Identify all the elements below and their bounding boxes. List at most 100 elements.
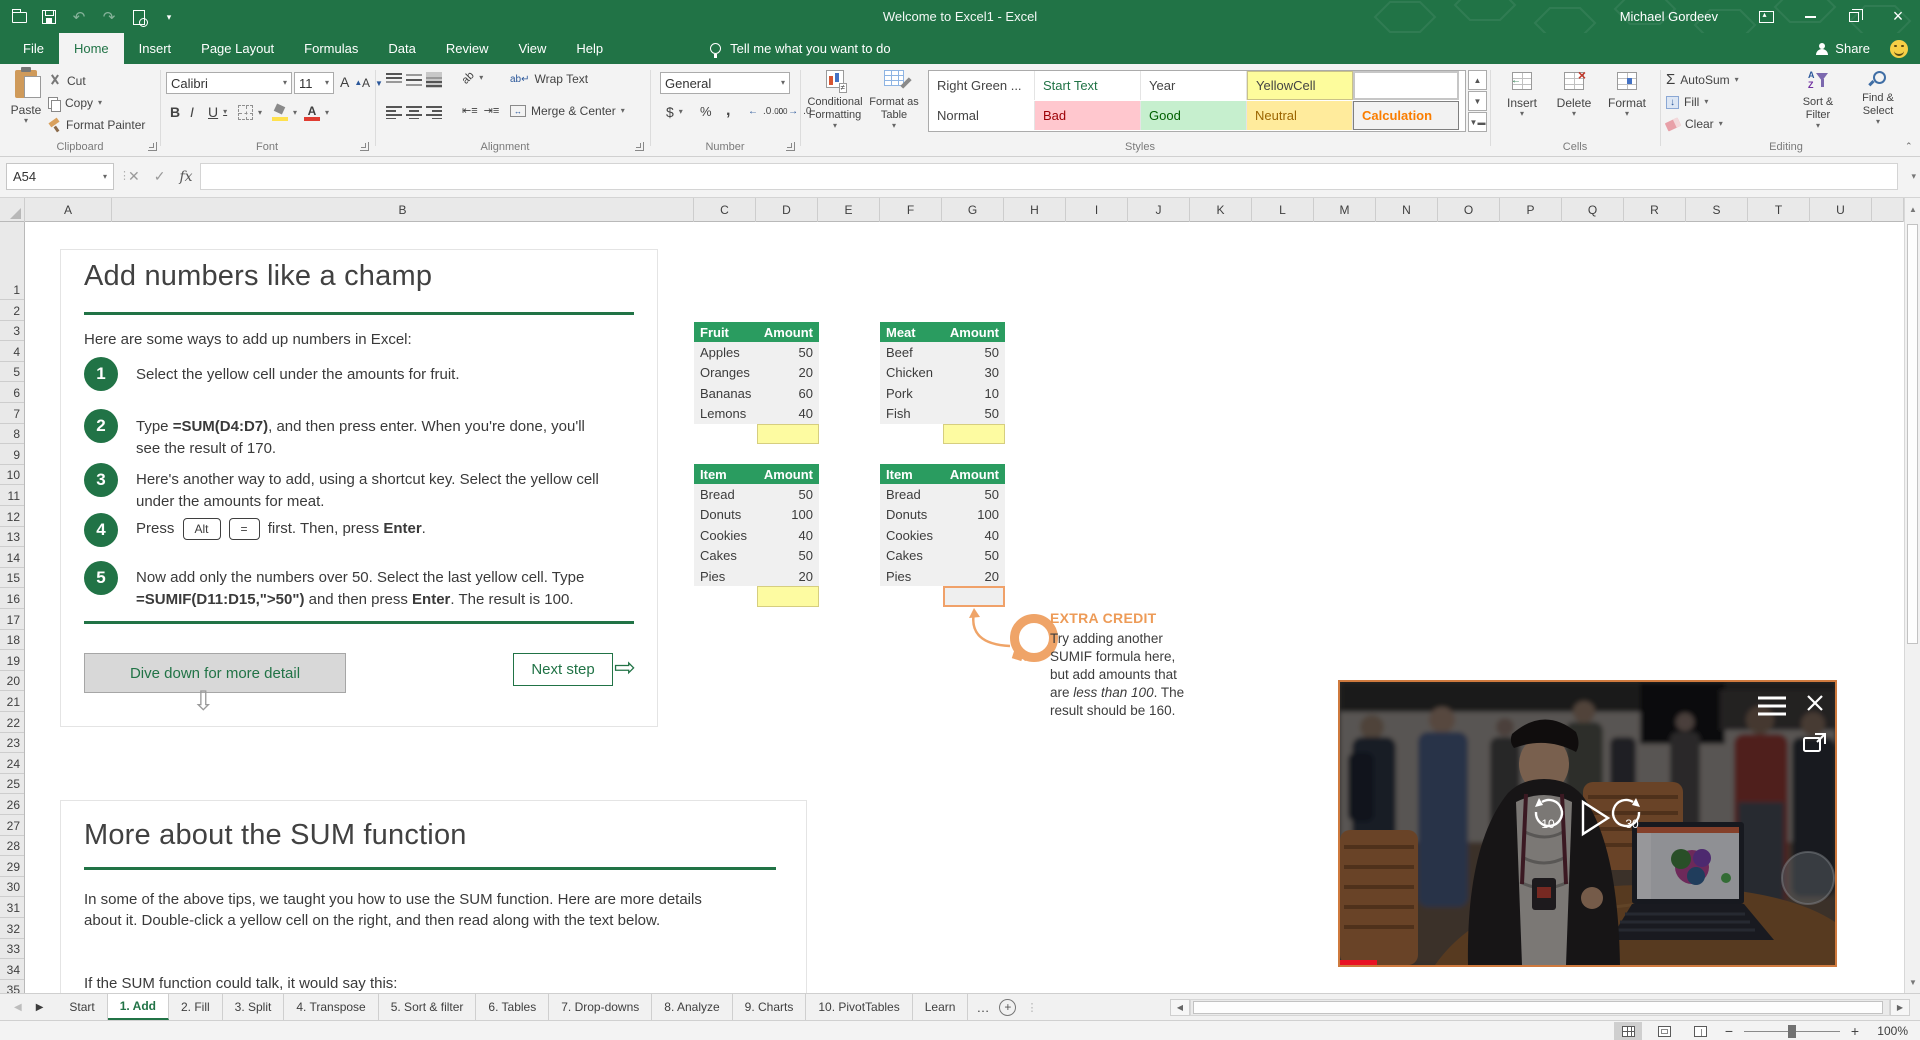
styles-scroll-down-icon[interactable]: ▼ [1468, 91, 1487, 111]
table-row[interactable]: Oranges 20 [694, 362, 819, 384]
column-header-t[interactable]: T [1748, 198, 1810, 222]
scroll-down-icon[interactable]: ▼ [1905, 973, 1920, 991]
table-row[interactable]: Bananas 60 [694, 383, 819, 404]
row-header-17[interactable]: 17 [0, 609, 24, 630]
column-header-b[interactable]: B [112, 198, 694, 222]
fill-button[interactable]: ↓ Fill ▾ [1666, 95, 1708, 109]
row-header-9[interactable]: 9 [0, 444, 24, 465]
cancel-icon[interactable]: ✕ [128, 168, 140, 185]
row-header-20[interactable]: 20 [0, 671, 24, 692]
column-header-f[interactable]: F [880, 198, 942, 222]
borders-button[interactable]: ▾ [238, 105, 262, 120]
row-header-24[interactable]: 24 [0, 753, 24, 774]
table-row[interactable]: Chicken 30 [880, 362, 1005, 384]
expand-formula-bar-icon[interactable]: ▾ [1911, 171, 1916, 182]
ribbon-tab-home[interactable]: Home [58, 33, 124, 64]
row-header-21[interactable]: 21 [0, 691, 24, 712]
row-header-12[interactable]: 12 [0, 506, 24, 527]
style-year[interactable]: Year [1141, 71, 1247, 100]
clipboard-dialog-launcher-icon[interactable] [148, 142, 157, 151]
sheet-prev-icon[interactable]: ◀ [14, 1002, 22, 1013]
font-family-select[interactable]: Calibri ▾ [166, 72, 292, 94]
align-top-icon[interactable] [386, 72, 402, 88]
format-as-table-button[interactable]: Format as Table ▾ [866, 70, 922, 130]
column-header-u[interactable]: U [1810, 198, 1872, 222]
decrease-font-size-button[interactable]: A ▼ [362, 76, 383, 90]
align-right-icon[interactable] [426, 104, 442, 120]
table-row[interactable]: Lemons 40 [694, 403, 819, 424]
close-icon[interactable]: × [1876, 0, 1920, 33]
table-row[interactable]: Pies 20 [694, 566, 819, 587]
enter-icon[interactable]: ✓ [154, 168, 166, 185]
row-header-31[interactable]: 31 [0, 897, 24, 918]
ribbon-tab-view[interactable]: View [503, 33, 561, 64]
name-box[interactable]: A54 ▾ [6, 163, 114, 190]
column-header-q[interactable]: Q [1562, 198, 1624, 222]
italic-button[interactable]: I [190, 104, 194, 120]
row-header-34[interactable]: 34 [0, 959, 24, 980]
find-select-button[interactable]: Find & Select ▾ [1850, 70, 1906, 126]
tell-me-box[interactable]: Tell me what you want to do [710, 33, 891, 64]
sheet-tab-7-drop-downs[interactable]: 7. Drop-downs [549, 994, 653, 1020]
autosum-button[interactable]: Σ AutoSum ▾ [1666, 71, 1739, 88]
row-header-28[interactable]: 28 [0, 836, 24, 857]
sheet-tab-5-sort-filter[interactable]: 5. Sort & filter [378, 994, 477, 1020]
ribbon-tab-help[interactable]: Help [561, 33, 618, 64]
orientation-button[interactable]: ab ▾ [460, 69, 484, 86]
column-header-i[interactable]: I [1066, 198, 1128, 222]
orange-formula-cell[interactable] [943, 586, 1005, 608]
clear-button[interactable]: Clear ▾ [1664, 116, 1723, 132]
column-header-n[interactable]: N [1376, 198, 1438, 222]
row-header-10[interactable]: 10 [0, 465, 24, 486]
sheet-tab-1-add[interactable]: 1. Add [107, 994, 169, 1020]
zoom-slider-thumb[interactable] [1788, 1024, 1796, 1038]
table-row[interactable]: Cookies 40 [694, 525, 819, 546]
table-row[interactable]: Bread 50 [880, 484, 1005, 505]
horizontal-scrollbar[interactable]: ◀ ▶ [1170, 994, 1910, 1021]
style-neutral[interactable]: Neutral [1247, 101, 1353, 130]
style-calculation[interactable]: Calculation [1353, 101, 1459, 130]
page-layout-view-button[interactable] [1650, 1022, 1678, 1040]
row-header-30[interactable]: 30 [0, 877, 24, 898]
number-format-select[interactable]: General ▾ [660, 72, 790, 94]
sheet-tab-start[interactable]: Start [57, 994, 108, 1020]
decrease-indent-icon[interactable]: ⇤≡ [462, 104, 478, 117]
cut-button[interactable]: Cut [48, 74, 86, 88]
table-row[interactable]: Cakes 50 [880, 545, 1005, 566]
paste-button[interactable]: Paste ▾ [8, 67, 44, 125]
ribbon-tab-review[interactable]: Review [431, 33, 504, 64]
video-player[interactable]: 10 30 [1338, 680, 1837, 967]
row-header-5[interactable]: 5 [0, 362, 24, 383]
style-normal[interactable]: Normal [929, 101, 1035, 130]
alignment-dialog-launcher-icon[interactable] [635, 142, 644, 151]
styles-more-icon[interactable]: ▼▬ [1468, 112, 1487, 132]
column-header-s[interactable]: S [1686, 198, 1748, 222]
next-step-button[interactable]: Next step [513, 653, 613, 686]
row-header-16[interactable]: 16 [0, 588, 24, 609]
collapse-ribbon-icon[interactable]: ⌃ [1905, 141, 1913, 152]
conditional-formatting-button[interactable]: Conditional Formatting ▾ [806, 70, 864, 130]
video-progress-bar[interactable] [1340, 960, 1377, 965]
style-right-green[interactable]: Right Green ... [929, 71, 1035, 100]
sheet-tab-10-pivottables[interactable]: 10. PivotTables [806, 994, 913, 1020]
insert-cells-button[interactable]: Insert▾ [1498, 72, 1546, 118]
sheet-tab-9-charts[interactable]: 9. Charts [732, 994, 807, 1020]
share-button[interactable]: Share [1816, 41, 1870, 56]
row-header-11[interactable]: 11 [0, 485, 24, 506]
increase-indent-icon[interactable]: ⇥≡ [484, 104, 500, 117]
row-header-18[interactable]: 18 [0, 630, 24, 651]
insert-function-icon[interactable]: fx [179, 169, 192, 185]
align-bottom-icon[interactable] [426, 72, 442, 88]
row-header-22[interactable]: 22 [0, 712, 24, 733]
font-dialog-launcher-icon[interactable] [360, 142, 369, 151]
formula-input[interactable] [200, 163, 1898, 190]
increase-font-size-button[interactable]: A ▲ [340, 74, 362, 90]
column-header-e[interactable]: E [818, 198, 880, 222]
sheet-tab-6-tables[interactable]: 6. Tables [476, 994, 550, 1020]
column-header-l[interactable]: L [1252, 198, 1314, 222]
column-header-a[interactable]: A [25, 198, 112, 222]
format-cells-button[interactable]: Format ▾ [1602, 72, 1652, 118]
scroll-up-icon[interactable]: ▲ [1905, 200, 1920, 218]
column-header-o[interactable]: O [1438, 198, 1500, 222]
row-header-4[interactable]: 4 [0, 341, 24, 362]
